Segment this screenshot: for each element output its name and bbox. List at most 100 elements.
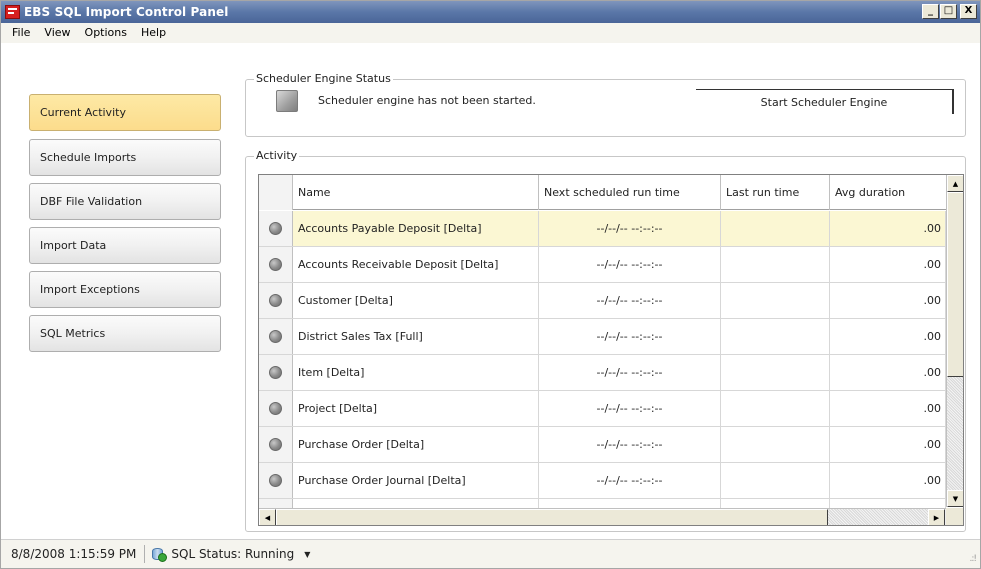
cell-next-run[interactable]: --/--/-- --:--:-- (539, 463, 721, 498)
status-dot-icon (269, 402, 282, 415)
arrow-up-icon: ▲ (952, 179, 959, 188)
grid-header: Name Next scheduled run time Last run ti… (259, 175, 946, 210)
scheduler-group-legend: Scheduler Engine Status (254, 72, 393, 85)
nav-schedule-imports[interactable]: Schedule Imports (29, 139, 221, 176)
cell-avg-duration[interactable]: .00 (830, 391, 946, 426)
cell-name[interactable]: Project [Delta] (293, 391, 539, 426)
scheduler-engine-group: Scheduler Engine Status Scheduler engine… (245, 72, 966, 137)
status-dot-icon (269, 222, 282, 235)
cell-last-run[interactable] (721, 319, 830, 354)
main-content: Current Activity Schedule Imports DBF Fi… (1, 43, 980, 539)
cell-avg-duration[interactable]: .00 (830, 319, 946, 354)
horizontal-scroll-thumb[interactable] (276, 509, 828, 525)
start-scheduler-engine-button[interactable]: Start Scheduler Engine (696, 89, 954, 114)
cell-last-run[interactable] (721, 283, 830, 318)
window-title: EBS SQL Import Control Panel (24, 5, 229, 19)
maximize-button[interactable]: □ (940, 4, 957, 19)
table-row[interactable]: District Sales Tax [Full] --/--/-- --:--… (259, 319, 946, 355)
cell-next-run[interactable]: --/--/-- --:--:-- (539, 319, 721, 354)
vertical-scrollbar[interactable]: ▲ ▼ (946, 175, 963, 507)
nav-import-data[interactable]: Import Data (29, 227, 221, 264)
table-row[interactable]: Purchase Order [Delta] --/--/-- --:--:--… (259, 427, 946, 463)
arrow-left-icon: ◀ (264, 513, 271, 522)
cell-next-run[interactable]: --/--/-- --:--:-- (539, 427, 721, 462)
cell-last-run[interactable] (721, 355, 830, 390)
vertical-scroll-track[interactable] (947, 377, 963, 490)
cell-avg-duration[interactable]: .00 (830, 211, 946, 246)
nav-sql-metrics[interactable]: SQL Metrics (29, 315, 221, 352)
cell-next-run[interactable]: --/--/-- --:--:-- (539, 391, 721, 426)
cell-next-run[interactable]: --/--/-- --:--:-- (539, 211, 721, 246)
arrow-down-icon: ▼ (952, 494, 959, 503)
cell-last-run[interactable] (721, 463, 830, 498)
row-header[interactable] (259, 355, 293, 390)
nav-current-activity[interactable]: Current Activity (29, 94, 221, 131)
menu-file[interactable]: File (5, 23, 37, 43)
status-dot-icon (269, 366, 282, 379)
cell-name[interactable]: Accounts Receivable Deposit [Delta] (293, 247, 539, 282)
column-header-next-run[interactable]: Next scheduled run time (539, 175, 721, 210)
cell-last-run[interactable] (721, 247, 830, 282)
scroll-left-button[interactable]: ◀ (259, 509, 276, 525)
table-row[interactable]: Purchase Order Journal [Delta] --/--/-- … (259, 463, 946, 499)
scroll-up-button[interactable]: ▲ (947, 175, 963, 192)
status-dot-icon (269, 438, 282, 451)
database-check-icon (151, 546, 168, 562)
cell-name[interactable]: Accounts Payable Deposit [Delta] (293, 211, 539, 246)
status-dot-icon (269, 330, 282, 343)
scroll-down-button[interactable]: ▼ (947, 490, 963, 507)
status-dot-icon (269, 258, 282, 271)
cell-name[interactable]: Item [Delta] (293, 355, 539, 390)
cell-name[interactable]: District Sales Tax [Full] (293, 319, 539, 354)
chevron-down-icon[interactable]: ▼ (304, 550, 310, 559)
status-separator (144, 545, 146, 563)
cell-name[interactable]: Purchase Order Journal [Delta] (293, 463, 539, 498)
nav-dbf-file-validation[interactable]: DBF File Validation (29, 183, 221, 220)
vertical-scroll-thumb[interactable] (947, 192, 963, 377)
table-row[interactable]: Accounts Payable Deposit [Delta] --/--/-… (259, 211, 946, 247)
cell-next-run[interactable]: --/--/-- --:--:-- (539, 283, 721, 318)
cell-name[interactable]: Customer [Delta] (293, 283, 539, 318)
row-header[interactable] (259, 463, 293, 498)
close-button[interactable]: X (960, 4, 977, 19)
engine-status-text: Scheduler engine has not been started. (318, 94, 536, 107)
table-row[interactable]: Project [Delta] --/--/-- --:--:-- .00 (259, 391, 946, 427)
app-logo-icon (5, 5, 20, 19)
horizontal-scrollbar[interactable]: ◀ ▶ (259, 508, 946, 525)
sql-status-text[interactable]: SQL Status: Running (171, 547, 294, 561)
menu-options[interactable]: Options (78, 23, 134, 43)
row-header[interactable] (259, 283, 293, 318)
cell-last-run[interactable] (721, 391, 830, 426)
cell-next-run[interactable]: --/--/-- --:--:-- (539, 247, 721, 282)
minimize-button[interactable]: _ (922, 4, 939, 19)
row-header[interactable] (259, 391, 293, 426)
cell-next-run[interactable]: --/--/-- --:--:-- (539, 355, 721, 390)
cell-avg-duration[interactable]: .00 (830, 427, 946, 462)
menu-help[interactable]: Help (134, 23, 173, 43)
cell-avg-duration[interactable]: .00 (830, 247, 946, 282)
scroll-right-button[interactable]: ▶ (928, 509, 945, 525)
window-controls: _ □ X (922, 4, 977, 19)
row-header[interactable] (259, 211, 293, 246)
column-header-last-run[interactable]: Last run time (721, 175, 830, 210)
column-header-avg-duration[interactable]: Avg duration (830, 175, 946, 210)
cell-name[interactable]: Purchase Order [Delta] (293, 427, 539, 462)
table-row[interactable]: Customer [Delta] --/--/-- --:--:-- .00 (259, 283, 946, 319)
table-row[interactable]: Item [Delta] --/--/-- --:--:-- .00 (259, 355, 946, 391)
table-row[interactable]: Accounts Receivable Deposit [Delta] --/-… (259, 247, 946, 283)
column-header-name[interactable]: Name (293, 175, 539, 210)
nav-import-exceptions[interactable]: Import Exceptions (29, 271, 221, 308)
cell-avg-duration[interactable]: .00 (830, 463, 946, 498)
cell-avg-duration[interactable]: .00 (830, 355, 946, 390)
activity-group-legend: Activity (254, 149, 300, 162)
cell-last-run[interactable] (721, 427, 830, 462)
horizontal-scroll-track[interactable] (828, 509, 928, 525)
title-bar[interactable]: EBS SQL Import Control Panel _ □ X (1, 1, 980, 23)
menu-view[interactable]: View (37, 23, 77, 43)
resize-grip-icon[interactable]: .:! (969, 554, 976, 564)
cell-last-run[interactable] (721, 211, 830, 246)
row-header[interactable] (259, 247, 293, 282)
row-header[interactable] (259, 427, 293, 462)
cell-avg-duration[interactable]: .00 (830, 283, 946, 318)
row-header[interactable] (259, 319, 293, 354)
